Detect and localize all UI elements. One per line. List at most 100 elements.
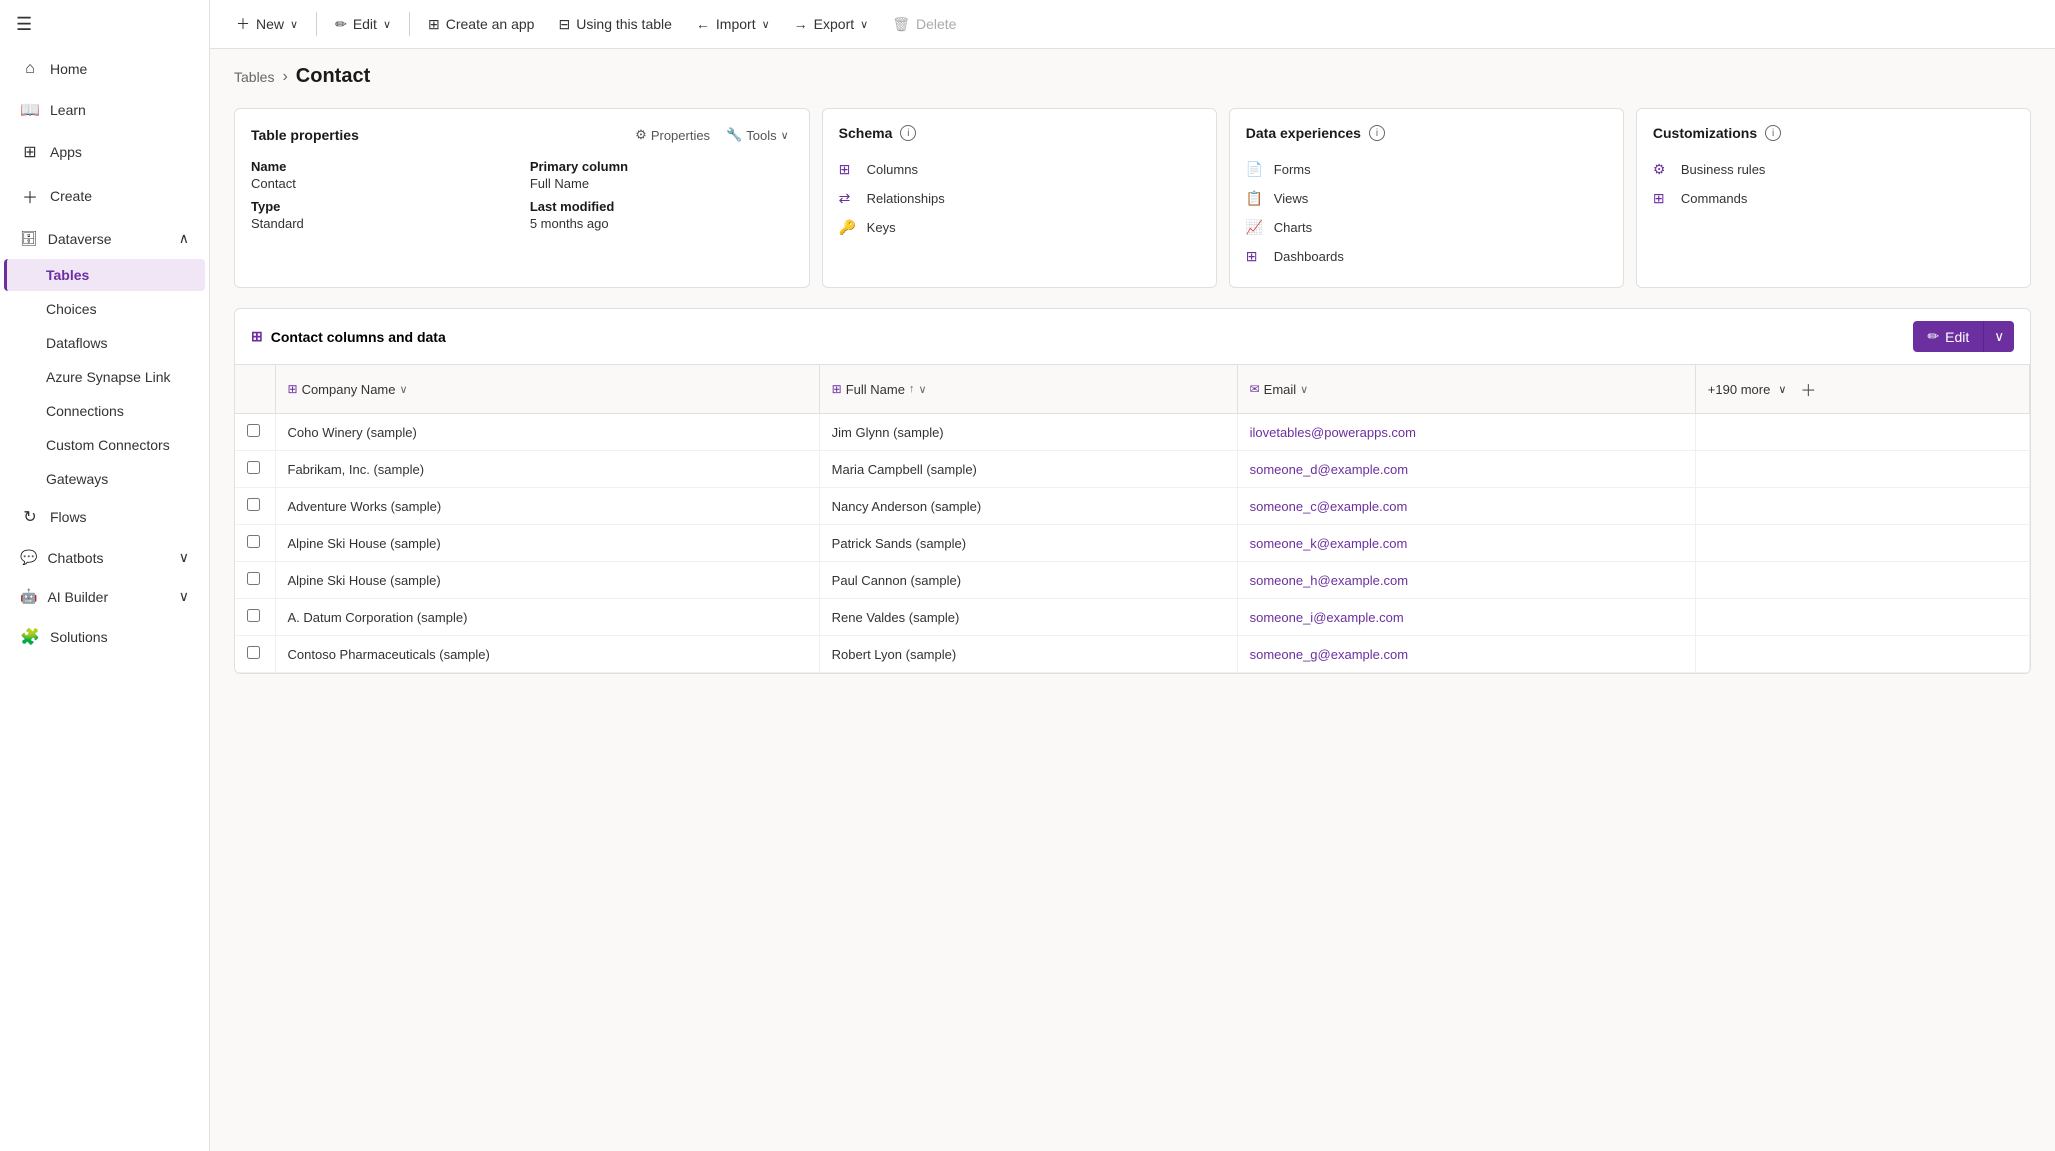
sidebar-item-create[interactable]: ＋ Create xyxy=(4,174,205,218)
table-row: Contoso Pharmaceuticals (sample) Robert … xyxy=(235,636,2030,673)
more-cols-button[interactable]: +190 more xyxy=(1708,382,1771,397)
chevron-down-icon: ∨ xyxy=(179,549,189,566)
book-icon: 📖 xyxy=(20,100,40,120)
email-cell: someone_g@example.com xyxy=(1237,636,1695,673)
empty-cell xyxy=(1695,414,2029,451)
sidebar-sub-label: Choices xyxy=(46,301,97,317)
sidebar-sub-label: Custom Connectors xyxy=(46,437,170,453)
export-button[interactable]: → Export ∨ xyxy=(784,10,879,38)
row-checkbox[interactable] xyxy=(235,636,275,673)
fullname-col-icon: ⊞ xyxy=(832,382,842,396)
chevron-down-icon: ∨ xyxy=(762,18,770,31)
sidebar-item-label: Learn xyxy=(50,102,86,118)
email-cell: someone_k@example.com xyxy=(1237,525,1695,562)
views-link[interactable]: 📋 Views xyxy=(1246,184,1607,213)
empty-cell xyxy=(1695,451,2029,488)
create-app-button[interactable]: ⊞ Create an app xyxy=(418,10,544,39)
flows-icon: ↻ xyxy=(20,507,40,527)
last-modified-label: Last modified xyxy=(530,199,793,214)
tools-button[interactable]: 🔧 Tools ∨ xyxy=(722,125,793,145)
commands-link[interactable]: ⊞ Commands xyxy=(1653,184,2014,213)
forms-link[interactable]: 📄 Forms xyxy=(1246,155,1607,184)
chevron-down-icon: ∨ xyxy=(179,588,189,605)
breadcrumb-separator: › xyxy=(282,68,287,86)
sidebar-sub-label: Tables xyxy=(46,267,89,283)
add-column-button[interactable]: ＋ xyxy=(1794,375,1822,403)
properties-button[interactable]: ⚙ Properties xyxy=(631,125,714,145)
sidebar-item-dataverse[interactable]: 🗄 Dataverse ∧ xyxy=(4,220,205,257)
empty-cell xyxy=(1695,599,2029,636)
import-icon: ← xyxy=(696,16,710,32)
dashboards-link[interactable]: ⊞ Dashboards xyxy=(1246,242,1607,271)
company-name-col-header[interactable]: ⊞ Company Name ∨ xyxy=(275,365,819,414)
contact-data-table: ⊞ Company Name ∨ ⊞ Full Name ↑ ∨ xyxy=(235,365,2030,673)
sidebar-sub-item-custom-connectors[interactable]: Custom Connectors xyxy=(4,429,205,461)
home-icon: ⌂ xyxy=(20,60,40,78)
export-icon: → xyxy=(794,16,808,32)
fullname-cell: Robert Lyon (sample) xyxy=(819,636,1237,673)
sidebar-item-learn[interactable]: 📖 Learn xyxy=(4,90,205,130)
sidebar-item-flows[interactable]: ↻ Flows xyxy=(4,497,205,537)
customizations-title: Customizations xyxy=(1653,125,1757,141)
business-rules-link[interactable]: ⚙ Business rules xyxy=(1653,155,2014,184)
using-table-button[interactable]: ⊟ Using this table xyxy=(548,10,681,39)
sidebar-item-home[interactable]: ⌂ Home xyxy=(4,50,205,88)
full-name-col-header[interactable]: ⊞ Full Name ↑ ∨ xyxy=(819,365,1237,414)
breadcrumb-current: Contact xyxy=(296,65,370,88)
new-button[interactable]: ＋ New ∨ xyxy=(226,8,308,40)
row-checkbox[interactable] xyxy=(235,414,275,451)
gear-icon: ⚙ xyxy=(635,127,647,143)
checkbox-col-header xyxy=(235,365,275,414)
row-checkbox[interactable] xyxy=(235,451,275,488)
delete-button[interactable]: 🗑 Delete xyxy=(882,10,966,39)
empty-cell xyxy=(1695,562,2029,599)
email-col-header[interactable]: ✉ Email ∨ xyxy=(1237,365,1695,414)
sidebar-sub-item-tables[interactable]: Tables xyxy=(4,259,205,291)
sidebar-sub-item-gateways[interactable]: Gateways xyxy=(4,463,205,495)
breadcrumb-parent[interactable]: Tables xyxy=(234,69,274,85)
sidebar-sub-item-choices[interactable]: Choices xyxy=(4,293,205,325)
row-checkbox[interactable] xyxy=(235,488,275,525)
row-checkbox[interactable] xyxy=(235,562,275,599)
keys-icon: 🔑 xyxy=(839,219,859,236)
chevron-down-icon: ∨ xyxy=(1994,329,2004,344)
chevron-down-icon: ∨ xyxy=(860,18,868,31)
tools-icon: 🔧 xyxy=(726,127,742,143)
charts-link[interactable]: 📈 Charts xyxy=(1246,213,1607,242)
sidebar-item-label: Home xyxy=(50,61,87,77)
last-modified-value: 5 months ago xyxy=(530,216,793,231)
sidebar-sub-label: Gateways xyxy=(46,471,108,487)
fullname-cell: Nancy Anderson (sample) xyxy=(819,488,1237,525)
dashboards-icon: ⊞ xyxy=(1246,248,1266,265)
company-cell: Contoso Pharmaceuticals (sample) xyxy=(275,636,819,673)
sidebar-sub-item-connections[interactable]: Connections xyxy=(4,395,205,427)
schema-keys-link[interactable]: 🔑 Keys xyxy=(839,213,1200,242)
row-checkbox[interactable] xyxy=(235,599,275,636)
edit-button[interactable]: ✏ Edit ∨ xyxy=(325,10,401,39)
table-grid-icon: ⊞ xyxy=(251,328,263,345)
email-cell: someone_c@example.com xyxy=(1237,488,1695,525)
table-row: Fabrikam, Inc. (sample) Maria Campbell (… xyxy=(235,451,2030,488)
row-checkbox[interactable] xyxy=(235,525,275,562)
email-col-icon: ✉ xyxy=(1250,382,1260,396)
sidebar-item-apps[interactable]: ⊞ Apps xyxy=(4,132,205,172)
customizations-info-icon: i xyxy=(1765,125,1781,141)
schema-columns-link[interactable]: ⊞ Columns xyxy=(839,155,1200,184)
hamburger-icon[interactable]: ☰ xyxy=(0,0,209,49)
sidebar: ☰ ⌂ Home 📖 Learn ⊞ Apps ＋ Create 🗄 Datav… xyxy=(0,0,210,1151)
import-button[interactable]: ← Import ∨ xyxy=(686,10,780,38)
sidebar-sub-item-dataflows[interactable]: Dataflows xyxy=(4,327,205,359)
sidebar-item-solutions[interactable]: 🧩 Solutions xyxy=(4,617,205,657)
sidebar-item-ai-builder[interactable]: 🤖 AI Builder ∨ xyxy=(4,578,205,615)
edit-btn-group: ✏ Edit ∨ xyxy=(1913,321,2014,352)
schema-relationships-link[interactable]: ⇄ Relationships xyxy=(839,184,1200,213)
contact-edit-button[interactable]: ✏ Edit xyxy=(1913,321,1983,352)
edit-pencil-icon: ✏ xyxy=(1927,328,1939,345)
sidebar-sub-item-azure-synapse[interactable]: Azure Synapse Link xyxy=(4,361,205,393)
more-cols-header[interactable]: +190 more ∨ ＋ xyxy=(1695,365,2029,414)
company-cell: Alpine Ski House (sample) xyxy=(275,525,819,562)
sidebar-item-label: Chatbots xyxy=(47,550,103,566)
sidebar-item-chatbots[interactable]: 💬 Chatbots ∨ xyxy=(4,539,205,576)
toolbar-divider-2 xyxy=(409,12,410,36)
edit-chevron-button[interactable]: ∨ xyxy=(1983,321,2014,352)
